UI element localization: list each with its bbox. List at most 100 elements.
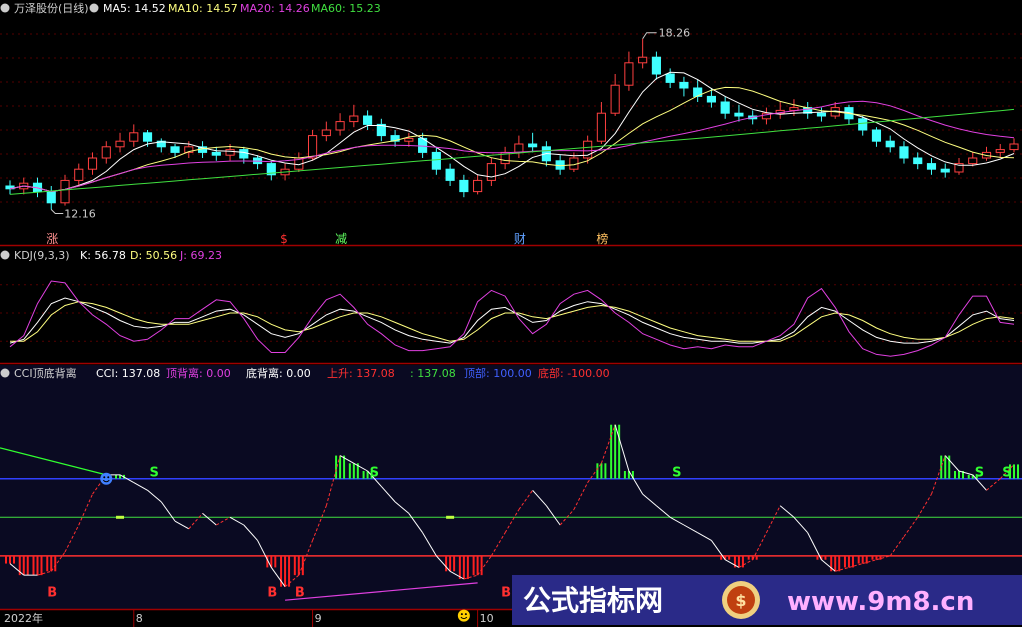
candle-down: [211, 151, 221, 156]
cci-settings-icon[interactable]: [0, 368, 10, 378]
candle-up: [995, 149, 1005, 153]
candle-up: [129, 132, 139, 142]
smiley-face-icon: [457, 609, 470, 622]
candle-down: [816, 112, 827, 117]
candle-down: [170, 146, 180, 153]
svg-text:$: $: [735, 591, 746, 610]
candle-up: [596, 112, 606, 142]
rise-label: 上升: 137.08: [327, 367, 395, 380]
buy-signal-label: B: [501, 585, 511, 600]
watermark-cn-text: 公式指标网: [523, 584, 663, 617]
candle-up: [404, 137, 414, 142]
date-axis: 2022年 8 9 10: [4, 610, 494, 627]
candle-down: [431, 151, 441, 170]
event-marker: 财: [514, 232, 526, 246]
watermark: 公式指标网 $ www.9m8.cn: [512, 575, 1022, 625]
date-label: 8: [136, 612, 143, 625]
candle-down: [665, 73, 675, 83]
watermark-url-text: www.9m8.cn: [787, 587, 974, 617]
shield-icon: $: [722, 581, 760, 619]
event-marker: 涨: [46, 231, 58, 246]
cci-title: CCI顶底背离: [14, 366, 77, 380]
candle-down: [871, 129, 882, 142]
sell-signal-label: S: [975, 466, 984, 481]
candle-up: [60, 179, 70, 204]
candle-down: [706, 95, 716, 103]
candle-up: [115, 140, 125, 148]
candle-down: [651, 56, 661, 75]
candle-up: [638, 56, 648, 64]
kdj-j-label: J: 69.23: [179, 249, 222, 262]
buy-signal-label: B: [295, 585, 305, 600]
date-label: 9: [315, 612, 322, 625]
candle-up: [101, 146, 111, 159]
date-label: 2022年: [4, 611, 43, 625]
candle-down: [899, 146, 909, 159]
candle-down: [679, 81, 689, 89]
candle-down: [142, 132, 153, 142]
kdj-settings-icon[interactable]: [0, 250, 10, 260]
bottom-divergence-label: 底背离: 0.00: [246, 366, 311, 380]
kdj-title: KDJ(9,3,3): [14, 249, 70, 262]
candle-up: [74, 168, 84, 181]
ma60-label: MA60: 15.23: [311, 2, 381, 15]
candle-down: [46, 191, 56, 204]
high-price-label: 18.26: [659, 27, 691, 40]
kdj-k-label: K: 56.78: [80, 249, 126, 262]
candle-down: [913, 157, 923, 165]
candle-down: [734, 112, 744, 117]
candle-down: [720, 101, 730, 114]
sell-signal-label: S: [150, 466, 159, 481]
top-divergence-label: 顶背离: 0.00: [166, 366, 231, 380]
low-price-label: 12.16: [64, 208, 96, 221]
candle-down: [239, 149, 249, 159]
smiley-eye: [464, 613, 467, 616]
main-panel-title: 万泽股份(日线): [14, 1, 89, 15]
candle-down: [528, 143, 538, 148]
smiley-eye: [107, 476, 110, 479]
ma5-label: MA5: 14.52: [103, 2, 166, 15]
event-marker: $: [280, 232, 288, 246]
candle-up: [624, 62, 634, 86]
candle-up: [1009, 143, 1019, 151]
candle-down: [926, 163, 937, 170]
smiley-eye: [103, 476, 106, 479]
candle-down: [445, 168, 455, 181]
kdj-d-label: D: 50.56: [130, 249, 177, 262]
candle-up: [968, 157, 978, 165]
candle-up: [486, 163, 496, 181]
sell-signal-label: S: [1002, 466, 1011, 481]
candle-up: [87, 157, 98, 170]
candle-up: [349, 115, 359, 123]
candle-down: [363, 115, 373, 125]
ma20-label: MA20: 14.26: [240, 2, 310, 15]
chevron-down-icon[interactable]: [89, 3, 99, 13]
candle-up: [225, 149, 235, 156]
fall-label: : 137.08: [410, 367, 456, 380]
smiley-eye: [460, 613, 463, 616]
sell-signal-label: S: [672, 466, 681, 481]
cci-value-label: CCI: 137.08: [96, 367, 160, 380]
event-marker: 减: [335, 232, 347, 246]
buy-signal-label: B: [267, 585, 277, 600]
candle-up: [321, 129, 331, 137]
candle-down: [940, 168, 950, 173]
ma10-label: MA10: 14.57: [168, 2, 238, 15]
chart-stage: 18.26 12.16 涨 $ 减 财 榜 S S S S S B B B B 万泽股份(日线) MA5: …: [0, 0, 1022, 627]
cci-panel-bg: [0, 365, 1022, 609]
candle-up: [514, 143, 524, 153]
smiley-face-icon: [100, 472, 113, 485]
event-marker: 榜: [596, 231, 608, 246]
candle-down: [885, 140, 895, 148]
settings-circle-icon[interactable]: [0, 3, 10, 13]
candle-up: [610, 84, 620, 114]
candle-up: [473, 179, 483, 193]
candle-up: [308, 135, 318, 159]
bottom-level-label: 底部: -100.00: [538, 366, 610, 380]
date-label: 10: [480, 612, 494, 625]
top-level-label: 顶部: 100.00: [464, 366, 532, 380]
sell-signal-label: S: [370, 466, 379, 481]
candle-down: [858, 118, 868, 131]
candle-up: [335, 121, 345, 131]
buy-signal-label: B: [47, 585, 57, 600]
